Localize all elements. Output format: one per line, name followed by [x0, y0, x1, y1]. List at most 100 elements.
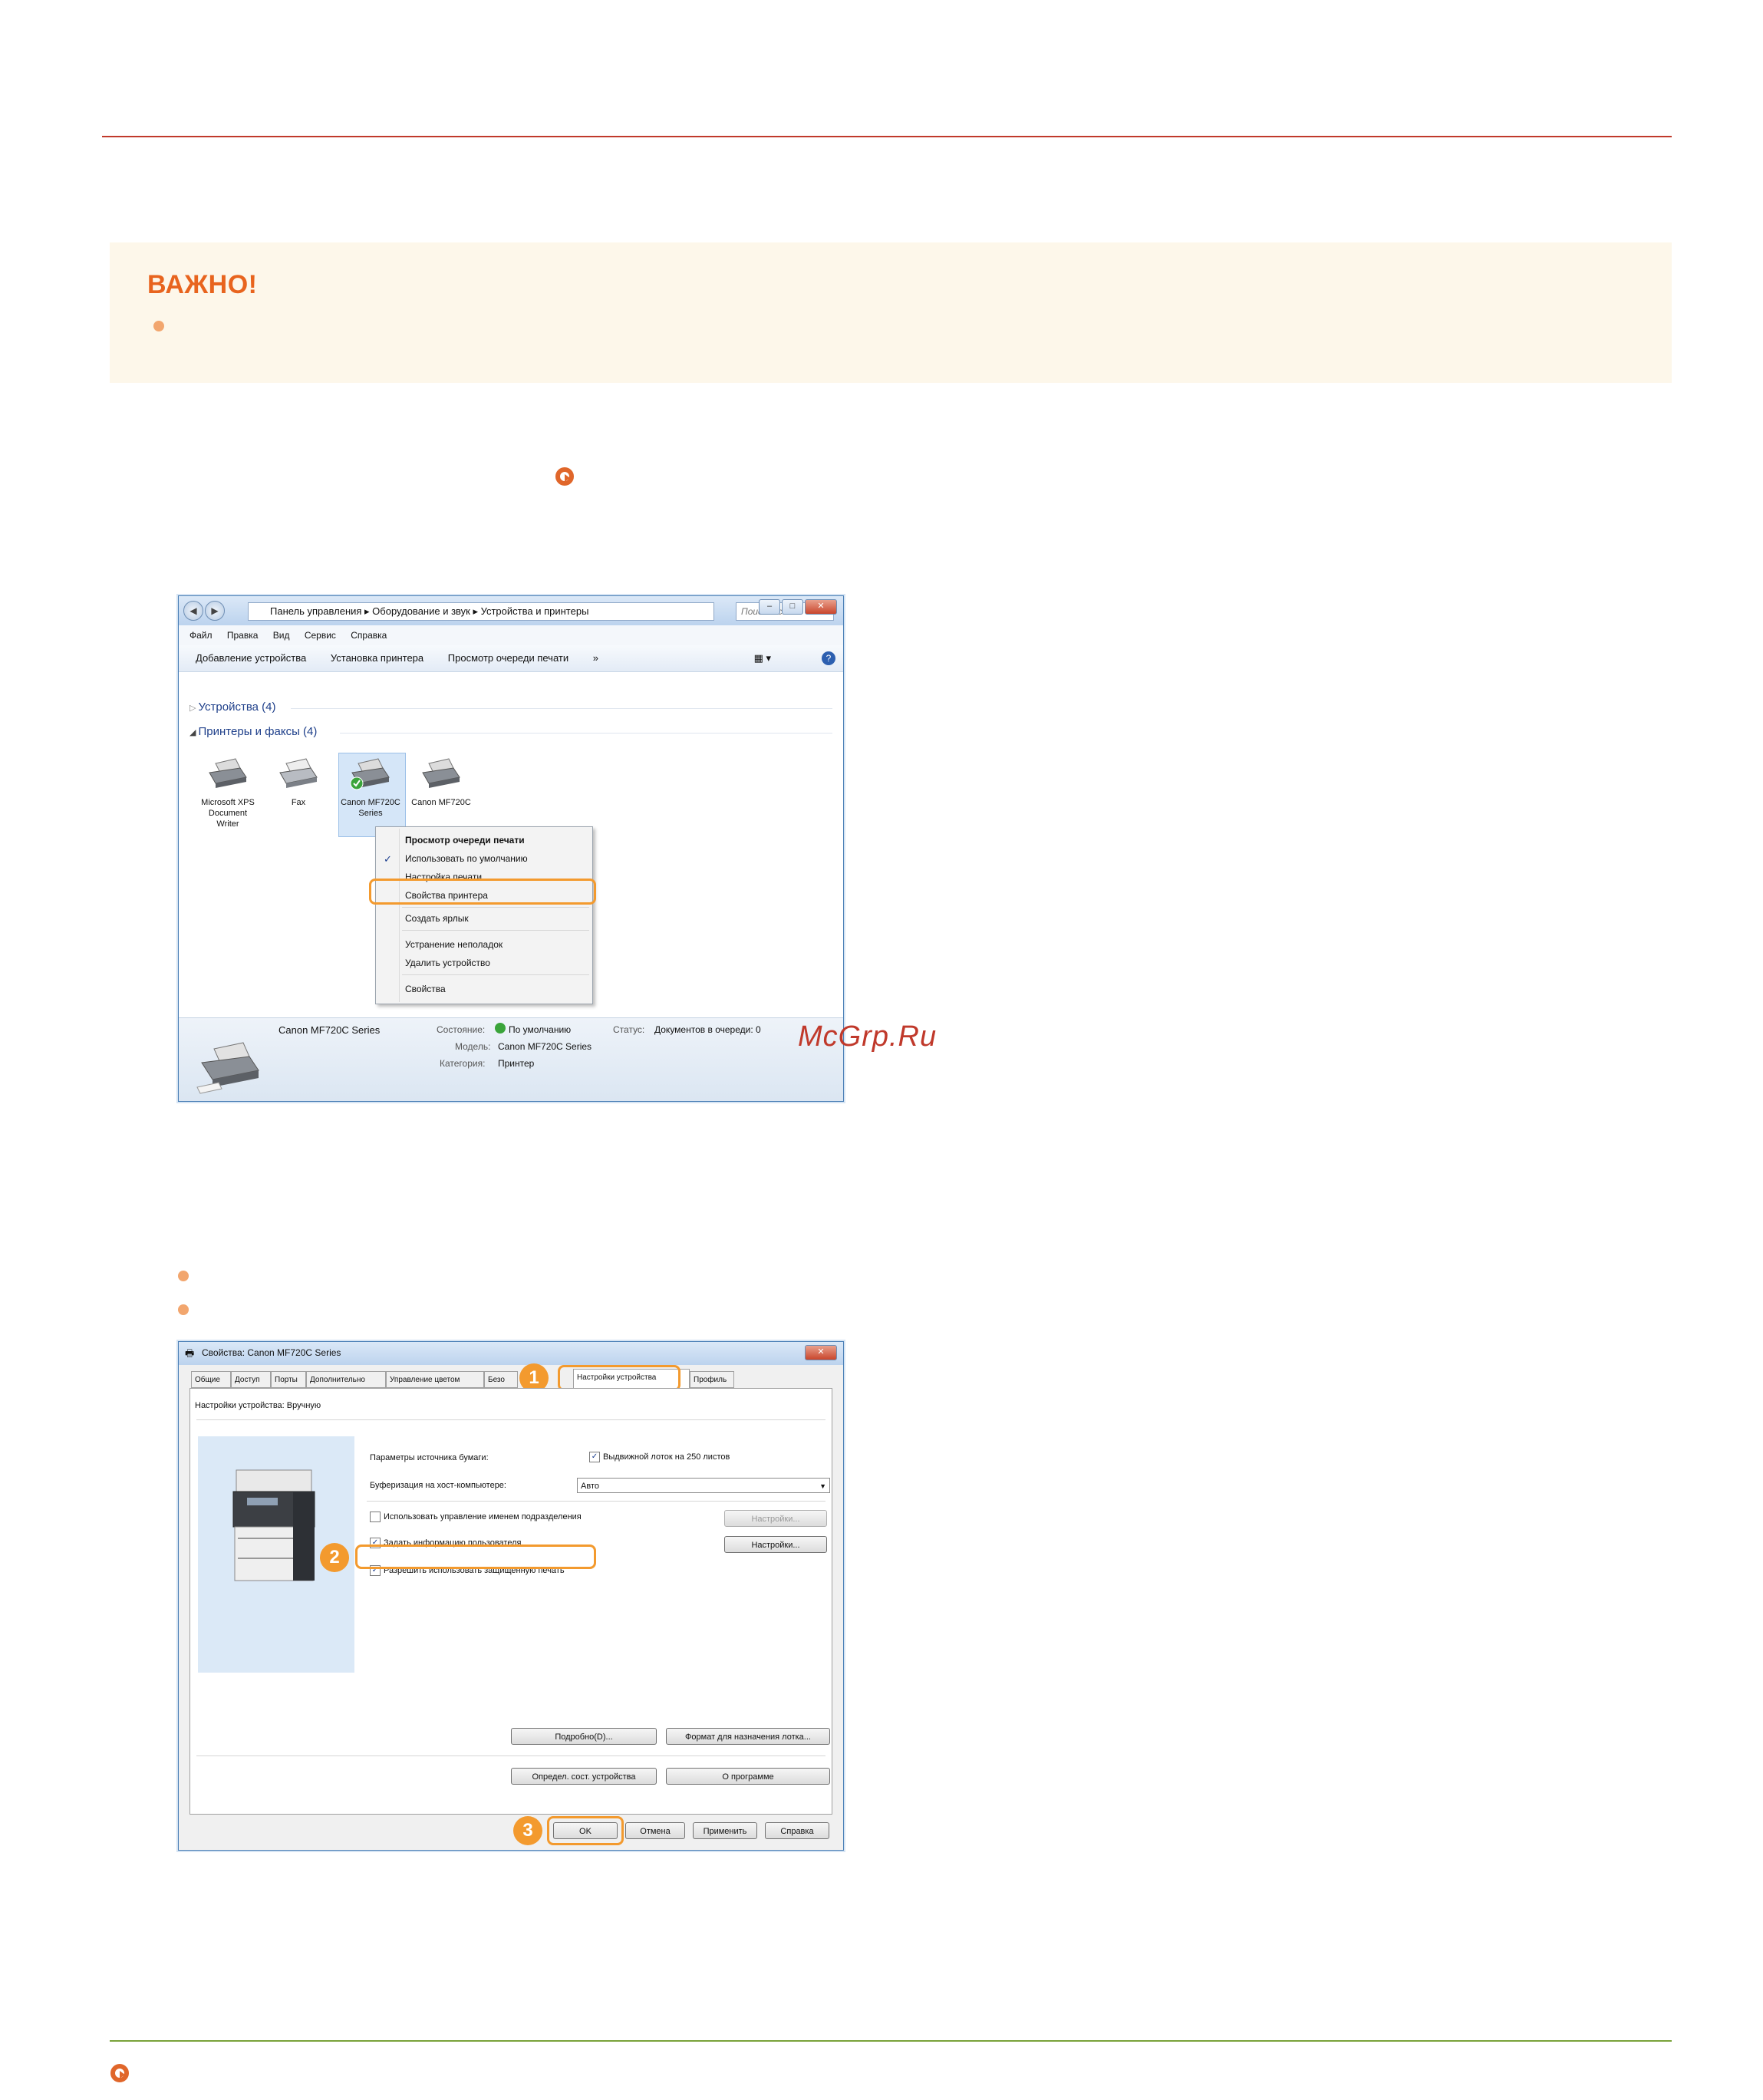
- menu-tools[interactable]: Сервис: [305, 630, 336, 641]
- help-button[interactable]: Справка: [765, 1822, 829, 1839]
- callout-2: 2: [320, 1543, 349, 1572]
- add-printer-button[interactable]: Установка принтера: [331, 652, 423, 664]
- close-icon[interactable]: ✕: [805, 599, 837, 615]
- devices-printers-window: ◀ ▶ Панель управления ▸ Оборудование и з…: [178, 595, 844, 1102]
- address-bar[interactable]: Панель управления ▸ Оборудование и звук …: [248, 602, 714, 621]
- menu-item-create-shortcut[interactable]: Создать ярлык: [405, 913, 469, 924]
- spooling-value: Авто: [581, 1482, 599, 1491]
- explorer-titlebar: ◀ ▶ Панель управления ▸ Оборудование и з…: [179, 596, 843, 625]
- group-printers[interactable]: ◢ Принтеры и факсы (4): [189, 725, 317, 738]
- printer-fax[interactable]: Fax: [268, 757, 329, 808]
- menu-help[interactable]: Справка: [351, 630, 387, 641]
- printer-canon[interactable]: Canon MF720C: [410, 757, 472, 808]
- forward-icon[interactable]: ▶: [205, 601, 225, 621]
- tab-advanced[interactable]: Дополнительно: [306, 1371, 386, 1388]
- add-device-button[interactable]: Добавление устройства: [196, 652, 306, 664]
- large-printer-icon: [196, 1040, 265, 1097]
- panel-separator: [196, 1755, 825, 1756]
- highlight-printer-properties: [369, 879, 596, 905]
- tab-panel: Настройки устройства: Вручную Параметры …: [189, 1388, 832, 1815]
- watermark: McGrp.Ru: [798, 1020, 938, 1053]
- important-title: ВАЖНО!: [147, 270, 258, 299]
- printer-icon: [418, 757, 464, 791]
- tab-general[interactable]: Общие: [191, 1371, 231, 1388]
- spooling-label: Буферизация на хост-компьютере:: [370, 1481, 506, 1490]
- printer-icon: [348, 757, 394, 791]
- tab-color-management[interactable]: Управление цветом: [386, 1371, 484, 1388]
- dialog-window-controls: ✕: [805, 1345, 837, 1360]
- cancel-button[interactable]: Отмена: [625, 1822, 685, 1839]
- bottom-divider: [110, 2040, 1672, 2042]
- printer-properties-dialog: 🖶 Свойства: Canon MF720C Series ✕ Общие …: [178, 1341, 844, 1851]
- menu-separator: [402, 907, 589, 908]
- printer-icon: [205, 757, 251, 791]
- paper-source-label: Параметры источника бумаги:: [370, 1453, 489, 1462]
- panel-separator: [196, 1419, 825, 1420]
- details-state-value: По умолчанию: [509, 1024, 572, 1035]
- details-model-label: Модель:: [455, 1041, 491, 1052]
- printer-label: Fax: [291, 798, 306, 807]
- tab-profile[interactable]: Профиль: [690, 1371, 734, 1388]
- command-bar: Добавление устройства Установка принтера…: [179, 645, 843, 672]
- step-bullet: [178, 1304, 189, 1315]
- get-device-status-button[interactable]: Определ. сост. устройства: [511, 1768, 657, 1785]
- group-devices[interactable]: ▷ Устройства (4): [189, 701, 276, 714]
- tray-format-button[interactable]: Формат для назначения лотка...: [666, 1728, 830, 1745]
- dept-id-checkbox[interactable]: [370, 1512, 381, 1522]
- dept-id-option[interactable]: Использовать управление именем подраздел…: [370, 1512, 582, 1522]
- view-options-icon[interactable]: ▦ ▾: [754, 645, 771, 671]
- printer-label: Canon MF720C Series: [341, 798, 400, 818]
- menu-separator: [402, 974, 589, 975]
- details-button[interactable]: Подробно(D)...: [511, 1728, 657, 1745]
- printer-label: Canon MF720C: [411, 798, 471, 807]
- print-queue-button[interactable]: Просмотр очереди печати: [448, 652, 568, 664]
- tab-security[interactable]: Безо: [484, 1371, 518, 1388]
- menu-separator: [402, 930, 589, 931]
- menu-view[interactable]: Вид: [273, 630, 290, 641]
- more-commands-button[interactable]: »: [593, 652, 598, 664]
- group-devices-line: [291, 708, 832, 709]
- default-check-icon: [495, 1023, 506, 1034]
- dialog-printer-icon: 🖶: [185, 1347, 195, 1359]
- dept-id-settings-button[interactable]: Настройки...: [724, 1510, 827, 1527]
- mfp-device-icon: [232, 1469, 315, 1581]
- group-printers-label: Принтеры и факсы (4): [198, 725, 318, 738]
- details-printer-name: Canon MF720C Series: [278, 1024, 381, 1036]
- group-printers-line: [340, 733, 832, 734]
- printer-canon-default[interactable]: Canon MF720C Series: [340, 757, 401, 819]
- printer-xps[interactable]: Microsoft XPS Document Writer: [197, 757, 259, 829]
- help-icon[interactable]: ?: [822, 651, 835, 665]
- menu-item-remove-device[interactable]: Удалить устройство: [405, 958, 490, 968]
- spooling-select[interactable]: Авто ▼: [577, 1478, 830, 1493]
- about-button[interactable]: О программе: [666, 1768, 830, 1785]
- menu-item-print-queue[interactable]: Просмотр очереди печати: [405, 835, 525, 846]
- menu-item-troubleshoot[interactable]: Устранение неполадок: [405, 939, 503, 950]
- tab-ports[interactable]: Порты: [271, 1371, 306, 1388]
- dialog-close-icon[interactable]: ✕: [805, 1345, 837, 1360]
- details-category-value: Принтер: [498, 1058, 535, 1069]
- context-gutter: [399, 829, 400, 1002]
- maximize-icon[interactable]: □: [782, 599, 803, 615]
- link-arrow-icon[interactable]: [110, 2064, 129, 2082]
- back-icon[interactable]: ◀: [183, 601, 203, 621]
- menu-file[interactable]: Файл: [189, 630, 213, 641]
- step-bullet: [178, 1271, 189, 1281]
- menu-edit[interactable]: Правка: [227, 630, 259, 641]
- apply-button[interactable]: Применить: [693, 1822, 757, 1839]
- paper-source-checkbox[interactable]: ✓: [589, 1452, 600, 1462]
- callout-3: 3: [513, 1816, 542, 1845]
- dialog-title: Свойства: Canon MF720C Series: [202, 1347, 341, 1358]
- dialog-titlebar: 🖶 Свойства: Canon MF720C Series: [179, 1342, 843, 1365]
- top-divider: [102, 136, 1672, 137]
- user-info-settings-button[interactable]: Настройки...: [724, 1536, 827, 1553]
- breadcrumb: Панель управления ▸ Оборудование и звук …: [270, 605, 589, 617]
- menu-item-properties[interactable]: Свойства: [405, 984, 446, 994]
- link-arrow-icon[interactable]: [555, 467, 574, 486]
- highlight-ok-button: [547, 1816, 624, 1845]
- menu-item-set-default[interactable]: Использовать по умолчанию: [405, 853, 528, 864]
- paper-source-option[interactable]: ✓ Выдвижной лоток на 250 листов: [589, 1452, 730, 1462]
- tab-sharing[interactable]: Доступ: [231, 1371, 271, 1388]
- highlight-secure-print: [355, 1545, 596, 1569]
- minimize-icon[interactable]: –: [759, 599, 780, 615]
- highlight-device-settings-tab: [558, 1365, 680, 1391]
